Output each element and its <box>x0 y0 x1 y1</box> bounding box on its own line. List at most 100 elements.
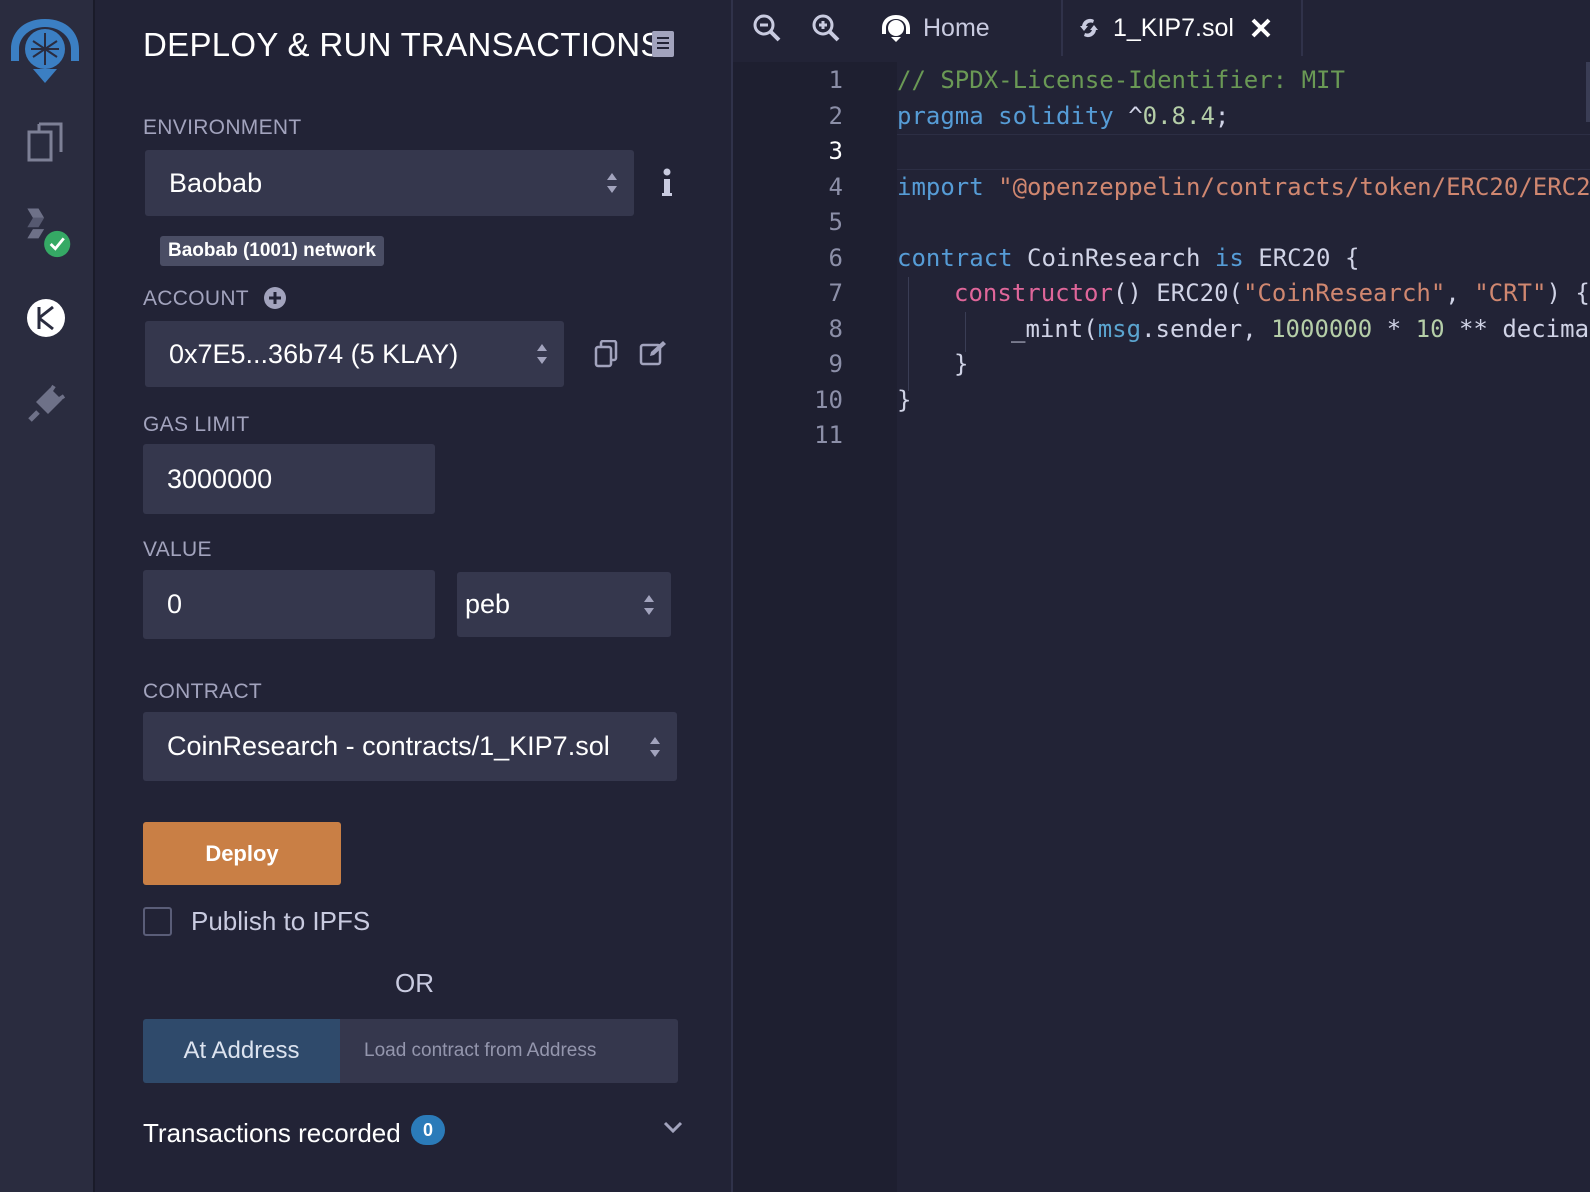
gas-limit-label: GAS LIMIT <box>143 413 250 436</box>
panel-title: DEPLOY & RUN TRANSACTIONS <box>143 26 663 63</box>
environment-info-icon[interactable] <box>661 168 673 203</box>
select-caret-icon <box>607 173 617 193</box>
line-number: 7 <box>828 279 843 307</box>
code-number: 1000000 <box>1271 315 1373 343</box>
code-line: } <box>897 386 911 414</box>
account-value: 0x7E5...36b74 (5 KLAY) <box>169 338 459 369</box>
add-account-icon[interactable] <box>263 286 287 315</box>
zoom-out-icon[interactable] <box>753 14 781 47</box>
at-address-button[interactable]: At Address <box>143 1019 340 1083</box>
contract-select[interactable]: CoinResearch - contracts/1_KIP7.sol <box>143 712 677 781</box>
active-line-highlight <box>897 134 1590 170</box>
line-number: 2 <box>828 102 843 130</box>
tab-home-label: Home <box>923 13 990 42</box>
tab-file[interactable]: 1_KIP7.sol <box>1061 0 1303 56</box>
plugin-manager-icon[interactable] <box>18 376 74 432</box>
deploy-run-panel: DEPLOY & RUN TRANSACTIONS ENVIRONMENT Ba… <box>95 0 733 1192</box>
value-input[interactable]: 0 <box>143 570 435 639</box>
home-remix-icon <box>882 15 910 42</box>
line-number: 1 <box>828 66 843 94</box>
code-text: , <box>1445 279 1475 307</box>
contract-value: CoinResearch - contracts/1_KIP7.sol <box>167 731 610 761</box>
editor-scrollbar[interactable] <box>1586 62 1590 122</box>
at-address-input[interactable]: Load contract from Address <box>340 1019 678 1083</box>
file-explorer-icon[interactable] <box>18 114 74 170</box>
publish-ipfs-label: Publish to IPFS <box>191 906 371 936</box>
code-keyword: pragma solidity <box>897 102 1114 130</box>
code-line: } <box>954 350 968 378</box>
line-number: 4 <box>828 173 843 201</box>
transactions-recorded-label[interactable]: Transactions recorded <box>143 1118 401 1149</box>
code-variable: msg <box>1097 315 1142 343</box>
code-number: 0.8.4 <box>1142 102 1215 130</box>
editor-area: Home 1_KIP7.sol 1 2 3 4 5 6 7 8 9 10 11 … <box>733 0 1590 1192</box>
indent-guide <box>965 312 966 352</box>
tab-home[interactable]: Home <box>879 0 1049 56</box>
code-string: "CoinResearch" <box>1243 279 1446 307</box>
contract-label: CONTRACT <box>143 680 263 703</box>
code-text: * <box>1372 315 1416 343</box>
code-text: } <box>897 386 912 414</box>
editor-tab-bar: Home 1_KIP7.sol <box>733 0 1590 56</box>
code-text: ; <box>1214 102 1230 130</box>
line-number: 6 <box>828 244 843 272</box>
zoom-in-icon[interactable] <box>812 14 840 47</box>
code-text: ) { <box>1546 279 1590 307</box>
code-keyword: is <box>1214 244 1244 272</box>
code-line: constructor() ERC20("CoinResearch", "CRT… <box>954 279 1590 307</box>
code-string: "@openzeppelin/contracts/token/ERC20/ERC… <box>998 173 1590 201</box>
tab-file-label: 1_KIP7.sol <box>1113 13 1234 42</box>
sync-icon <box>1080 18 1098 38</box>
value-unit-select[interactable]: peb <box>457 572 671 637</box>
line-number: 8 <box>828 315 843 343</box>
code-text: CoinResearch <box>1012 244 1215 272</box>
code-line: // SPDX-License-Identifier: MIT <box>897 66 1345 94</box>
indent-guide <box>908 277 909 391</box>
deploy-run-icon[interactable] <box>18 290 74 346</box>
code-text: .sender, <box>1141 315 1272 343</box>
select-caret-icon <box>537 344 547 364</box>
code-number: 10 <box>1415 315 1445 343</box>
documentation-icon[interactable] <box>651 30 675 63</box>
environment-select[interactable]: Baobab <box>145 150 634 216</box>
code-string: "CRT" <box>1474 279 1547 307</box>
code-line: import "@openzeppelin/contracts/token/ER… <box>897 173 1590 201</box>
code-line: pragma solidity ^0.8.4; <box>897 102 1229 130</box>
line-number: 3 <box>828 137 843 165</box>
select-caret-icon <box>650 736 660 757</box>
line-number: 10 <box>814 386 843 414</box>
code-function: constructor <box>954 279 1113 307</box>
deploy-button[interactable]: Deploy <box>143 822 341 885</box>
code-keyword: import <box>897 173 984 201</box>
code-text: _mint( <box>1011 315 1098 343</box>
solidity-compiler-icon[interactable] <box>18 202 74 258</box>
value-unit: peb <box>465 589 511 619</box>
publish-ipfs-checkbox[interactable] <box>143 907 172 936</box>
account-select[interactable]: 0x7E5...36b74 (5 KLAY) <box>145 321 564 387</box>
code-line: contract CoinResearch is ERC20 { <box>897 244 1359 272</box>
edit-icon[interactable] <box>639 340 667 371</box>
code-line: _mint(msg.sender, 1000000 * 10 ** decima… <box>1011 315 1590 343</box>
line-number: 11 <box>814 421 843 449</box>
code-text: ERC20 { <box>1243 244 1360 272</box>
value-amount: 0 <box>167 589 183 619</box>
remix-logo-icon[interactable] <box>2 10 88 88</box>
gas-limit-input[interactable]: 3000000 <box>143 444 435 514</box>
or-divider: OR <box>395 968 434 998</box>
code-area[interactable] <box>897 62 1590 1192</box>
icon-panel <box>0 0 95 1192</box>
chevron-down-icon[interactable] <box>663 1120 683 1139</box>
close-icon[interactable] <box>1250 17 1272 39</box>
environment-value: Baobab <box>169 167 263 198</box>
account-label: ACCOUNT <box>143 287 249 310</box>
value-label: VALUE <box>143 538 212 561</box>
code-comment: // SPDX-License-Identifier: MIT <box>897 66 1345 94</box>
transactions-count-badge: 0 <box>411 1115 445 1145</box>
code-text: () ERC20( <box>1112 279 1243 307</box>
select-caret-icon <box>644 594 654 615</box>
copy-icon[interactable] <box>594 339 618 373</box>
gas-limit-value: 3000000 <box>167 463 273 494</box>
code-text: ^ <box>1113 102 1143 130</box>
environment-label: ENVIRONMENT <box>143 116 302 139</box>
code-keyword: contract <box>897 244 1013 272</box>
